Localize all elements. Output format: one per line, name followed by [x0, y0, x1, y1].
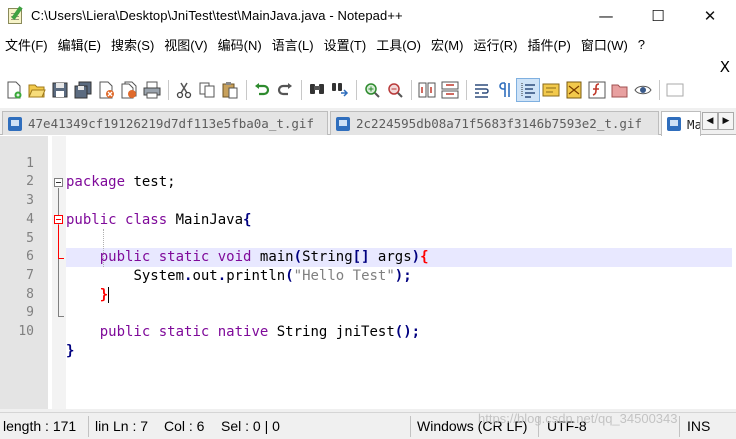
keyword: native: [217, 324, 269, 340]
status-length: length : 171: [3, 418, 77, 434]
undo-icon[interactable]: [251, 79, 273, 101]
toolbar-separator: [168, 80, 169, 100]
menu-search[interactable]: 搜索(S): [106, 35, 159, 54]
line-number: 10: [18, 324, 34, 339]
watermark: https://blog.csdn.net/qq_34500343: [478, 411, 678, 426]
toolbar-separator: [246, 80, 247, 100]
code-line: 8: [0, 267, 736, 302]
tab-label: Ma: [687, 116, 701, 132]
status-separator: [679, 416, 680, 437]
menu-run[interactable]: 运行(R): [468, 35, 522, 54]
document-tab[interactable]: 47e41349cf19126219d7df113e5fba0a_t.gif: [2, 111, 328, 135]
menu-macro[interactable]: 宏(M): [426, 35, 469, 54]
show-all-chars-icon[interactable]: [494, 79, 516, 101]
status-selection: Sel : 0 | 0: [221, 418, 280, 434]
function-list-icon[interactable]: [586, 79, 608, 101]
find-icon[interactable]: [306, 79, 328, 101]
code-line: 5 public static void main(String[] args)…: [0, 211, 736, 266]
folder-as-workspace-icon[interactable]: [609, 79, 631, 101]
toolbar-separator: [466, 80, 467, 100]
macro-record-icon[interactable]: [664, 79, 686, 101]
tab-scroll-left-button[interactable]: ◀: [702, 112, 718, 130]
maximize-button[interactable]: ☐: [632, 0, 684, 31]
print-icon[interactable]: [141, 79, 163, 101]
document-map-icon[interactable]: [563, 79, 585, 101]
tab-label: 47e41349cf19126219d7df113e5fba0a_t.gif: [28, 116, 314, 131]
toolbar-separator: [659, 80, 660, 100]
semicolon: ;: [411, 324, 421, 340]
save-all-icon[interactable]: [72, 79, 94, 101]
brace: }: [66, 342, 75, 359]
menu-edit[interactable]: 编辑(E): [53, 35, 106, 54]
menu-settings[interactable]: 设置(T): [319, 35, 372, 54]
menu-file[interactable]: 文件(F): [0, 35, 53, 54]
tab-label: 2c224595db08a71f5683f3146b7593e2_t.gif: [356, 116, 642, 131]
replace-icon[interactable]: [329, 79, 351, 101]
user-defined-language-icon[interactable]: [540, 79, 562, 101]
menu-view[interactable]: 视图(V): [159, 35, 212, 54]
status-lines: lin: [95, 418, 110, 434]
close-document-button[interactable]: X: [720, 58, 730, 76]
sync-horizontal-icon[interactable]: [439, 79, 461, 101]
cut-icon[interactable]: [173, 79, 195, 101]
notepad-plus-plus-icon: [7, 5, 25, 26]
status-separator: [410, 416, 411, 437]
menu-tools[interactable]: 工具(O): [371, 35, 426, 54]
menu-bar: 文件(F) 编辑(E) 搜索(S) 视图(V) 编码(N) 语言(L) 设置(T…: [0, 31, 736, 58]
menu-language[interactable]: 语言(L): [267, 35, 319, 54]
code-line: 2: [0, 155, 736, 189]
open-file-icon[interactable]: [26, 79, 48, 101]
monitoring-eye-icon[interactable]: [632, 79, 654, 101]
document-tab-bar: 47e41349cf19126219d7df113e5fba0a_t.gif 2…: [0, 108, 736, 136]
document-tab-active[interactable]: Ma: [661, 111, 701, 136]
copy-icon[interactable]: [196, 79, 218, 101]
menu-window[interactable]: 窗口(W): [576, 35, 633, 54]
method-name: jniTest: [327, 324, 395, 340]
save-icon[interactable]: [49, 79, 71, 101]
paren: (): [394, 324, 412, 340]
code-line: 7 }: [0, 248, 736, 303]
zoom-out-icon[interactable]: [384, 79, 406, 101]
toolbar: [0, 76, 736, 104]
new-file-icon[interactable]: [3, 79, 25, 101]
minimize-button[interactable]: —: [580, 0, 632, 31]
document-tab[interactable]: 2c224595db08a71f5683f3146b7593e2_t.gif: [330, 111, 659, 135]
close-all-icon[interactable]: [118, 79, 140, 101]
status-separator: [88, 416, 89, 437]
code-line: 9 public static native String jniTest();: [0, 286, 736, 340]
status-line-number: Ln : 7: [113, 418, 149, 434]
saved-file-icon: [336, 116, 350, 131]
code-line: 6 System.out.println("Hello Test");: [0, 230, 736, 284]
menu-encoding[interactable]: 编码(N): [213, 35, 267, 54]
close-window-button[interactable]: ✕: [684, 0, 736, 31]
toolbar-separator: [301, 80, 302, 100]
paste-icon[interactable]: [219, 79, 241, 101]
status-insert-mode: INS: [687, 418, 711, 434]
saved-file-icon: [667, 117, 681, 131]
status-column: Col : 6: [164, 418, 205, 434]
sync-vertical-icon[interactable]: [416, 79, 438, 101]
menu-help[interactable]: ?: [633, 37, 650, 52]
code-line: 4: [0, 192, 736, 227]
toolbar-separator: [356, 80, 357, 100]
code-editor[interactable]: 1 package test; 2 3 public class MainJav…: [0, 136, 736, 409]
toolbar-separator: [411, 80, 412, 100]
window-title: C:\Users\Liera\Desktop\JniTest\test\Main…: [31, 8, 403, 23]
zoom-in-icon[interactable]: [361, 79, 383, 101]
keyword: static: [158, 324, 210, 340]
code-line: 3 public class MainJava{: [0, 173, 736, 228]
word-wrap-icon[interactable]: [471, 79, 493, 101]
keyword: public: [99, 324, 151, 340]
code-line: 10 }: [0, 304, 736, 359]
indent-guide-icon[interactable]: [516, 78, 540, 102]
close-file-icon[interactable]: [95, 79, 117, 101]
code-line: 1 package test;: [0, 136, 736, 191]
title-bar: C:\Users\Liera\Desktop\JniTest\test\Main…: [0, 0, 736, 31]
tab-scroll-right-button[interactable]: ▶: [718, 112, 734, 130]
saved-file-icon: [8, 116, 22, 131]
menu-plugins[interactable]: 插件(P): [523, 35, 576, 54]
redo-icon[interactable]: [274, 79, 296, 101]
type-name: String: [268, 324, 328, 340]
